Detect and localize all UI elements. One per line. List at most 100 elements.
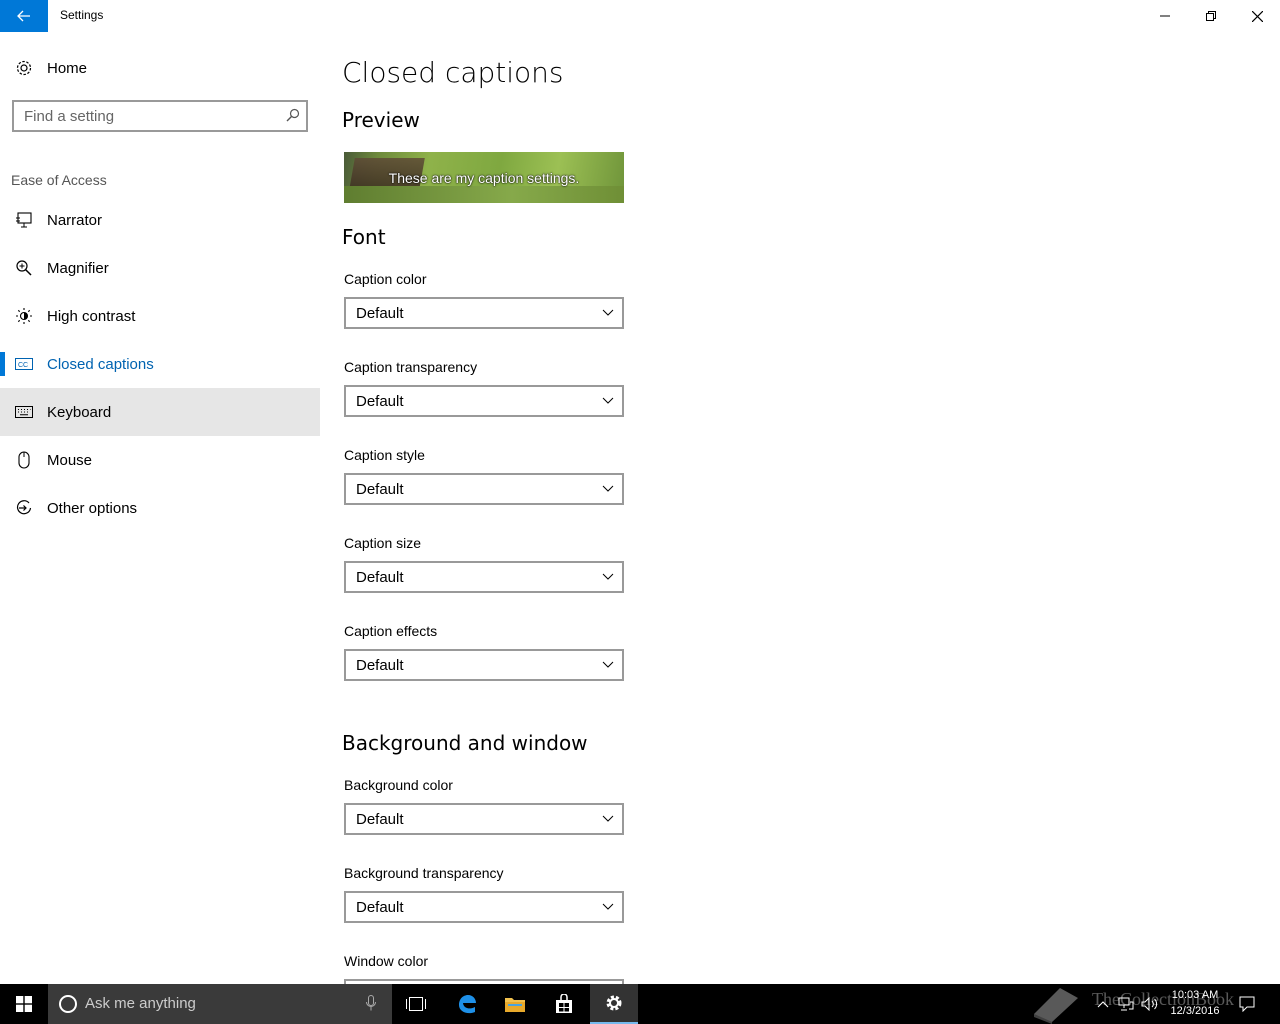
caption-color-dropdown[interactable]: Default [344, 297, 624, 329]
taskbar: Ask me anything TheCollectionBook 10:03 … [0, 984, 1280, 1024]
caption-effects-label: Caption effects [344, 623, 438, 639]
chevron-down-icon [602, 573, 614, 580]
closed-captions-icon: CC [14, 354, 34, 374]
sidebar-item-narrator[interactable]: Narrator [0, 196, 320, 244]
caption-transparency-label: Caption transparency [344, 359, 478, 375]
show-hidden-icons-button[interactable] [1094, 984, 1112, 1024]
background-transparency-dropdown[interactable]: Default [344, 891, 624, 923]
sidebar-item-closed-captions[interactable]: CC Closed captions [0, 340, 320, 388]
dropdown-value: Default [356, 480, 404, 498]
other-options-icon [14, 498, 34, 518]
sidebar-item-label: Keyboard [47, 403, 112, 421]
chevron-down-icon [602, 397, 614, 404]
minimize-button[interactable] [1142, 0, 1188, 32]
narrator-icon [14, 210, 34, 230]
start-button[interactable] [0, 984, 48, 1024]
svg-text:CC: CC [18, 362, 28, 369]
preview-image-ground [344, 186, 624, 203]
sidebar-item-label: Magnifier [47, 259, 109, 277]
dropdown-value: Default [356, 304, 404, 322]
keyboard-icon [14, 402, 34, 422]
sidebar-item-mouse[interactable]: Mouse [0, 436, 320, 484]
sidebar-item-home[interactable]: Home [0, 44, 320, 92]
restore-button[interactable] [1188, 0, 1234, 32]
page-title: Closed captions [342, 56, 564, 89]
taskbar-edge[interactable] [443, 984, 491, 1024]
book-logo-icon [1034, 988, 1078, 1024]
close-icon [1251, 10, 1263, 22]
preview-heading: Preview [342, 108, 420, 132]
window-color-label: Window color [344, 953, 429, 969]
task-view-button[interactable] [392, 984, 440, 1024]
dropdown-value: Default [356, 656, 404, 674]
restore-icon [1206, 11, 1216, 21]
caption-color-label: Caption color [344, 271, 427, 287]
search-icon [286, 108, 300, 122]
search-input[interactable] [14, 106, 276, 126]
dropdown-value: Default [356, 810, 404, 828]
background-heading: Background and window [342, 731, 588, 755]
dropdown-value: Default [356, 568, 404, 586]
caption-transparency-dropdown[interactable]: Default [344, 385, 624, 417]
sidebar-item-keyboard[interactable]: Keyboard [0, 388, 320, 436]
sidebar-home-label: Home [47, 59, 88, 77]
taskbar-file-explorer[interactable] [491, 984, 539, 1024]
windows-logo-icon [16, 996, 32, 1012]
section-label: Ease of Access [11, 172, 107, 188]
caption-size-label: Caption size [344, 535, 422, 551]
system-clock[interactable]: 10:03 AM 12/3/2016 [1160, 987, 1230, 1019]
cortana-search[interactable]: Ask me anything [48, 984, 392, 1024]
dropdown-value: Default [356, 392, 404, 410]
caption-style-label: Caption style [344, 447, 425, 463]
sidebar: Home Ease of Access Narrator Magnifier H… [0, 32, 320, 984]
sidebar-item-label: Closed captions [47, 355, 154, 373]
sidebar-item-high-contrast[interactable]: High contrast [0, 292, 320, 340]
search-box[interactable] [12, 100, 308, 132]
caption-effects-dropdown[interactable]: Default [344, 649, 624, 681]
taskbar-settings[interactable] [590, 984, 638, 1024]
cortana-icon [59, 995, 77, 1013]
chevron-down-icon [602, 309, 614, 316]
volume-button[interactable] [1140, 984, 1160, 1024]
minimize-icon [1160, 15, 1170, 17]
dropdown-value: Default [356, 898, 404, 916]
caption-size-dropdown[interactable]: Default [344, 561, 624, 593]
gear-icon [14, 58, 34, 78]
chevron-down-icon [602, 485, 614, 492]
clock-date: 12/3/2016 [1170, 1005, 1220, 1017]
close-button[interactable] [1234, 0, 1280, 32]
chevron-up-icon [1097, 1001, 1109, 1008]
caption-style-dropdown[interactable]: Default [344, 473, 624, 505]
network-button[interactable] [1116, 984, 1136, 1024]
caption-preview: These are my caption settings. [344, 152, 624, 203]
settings-gear-icon [606, 995, 622, 1011]
main-content: Closed captions Preview These are my cap… [342, 32, 1242, 984]
sidebar-item-label: Narrator [47, 211, 103, 229]
back-arrow-icon [17, 10, 30, 22]
network-icon [1118, 997, 1134, 1011]
action-center-button[interactable] [1236, 984, 1258, 1024]
clock-time: 10:03 AM [1171, 989, 1219, 1001]
cortana-search-text: Ask me anything [85, 995, 196, 1012]
sidebar-item-other-options[interactable]: Other options [0, 484, 320, 532]
chevron-down-icon [602, 661, 614, 668]
edge-browser-icon [459, 995, 476, 1014]
microphone-icon[interactable] [366, 995, 376, 1011]
taskbar-store[interactable] [540, 984, 588, 1024]
active-indicator [0, 352, 5, 376]
high-contrast-icon [14, 306, 34, 326]
chevron-down-icon [602, 903, 614, 910]
action-center-icon [1239, 996, 1255, 1012]
store-icon [556, 994, 572, 1013]
background-color-label: Background color [344, 777, 453, 793]
background-color-dropdown[interactable]: Default [344, 803, 624, 835]
volume-icon [1141, 997, 1158, 1011]
font-heading: Font [342, 225, 386, 249]
app-title: Settings [60, 8, 104, 22]
sidebar-item-label: High contrast [47, 307, 136, 325]
sidebar-item-magnifier[interactable]: Magnifier [0, 244, 320, 292]
title-bar: Settings [0, 0, 1280, 32]
back-button[interactable] [0, 0, 48, 32]
mouse-icon [14, 450, 34, 470]
preview-caption-text: These are my caption settings. [388, 170, 580, 186]
